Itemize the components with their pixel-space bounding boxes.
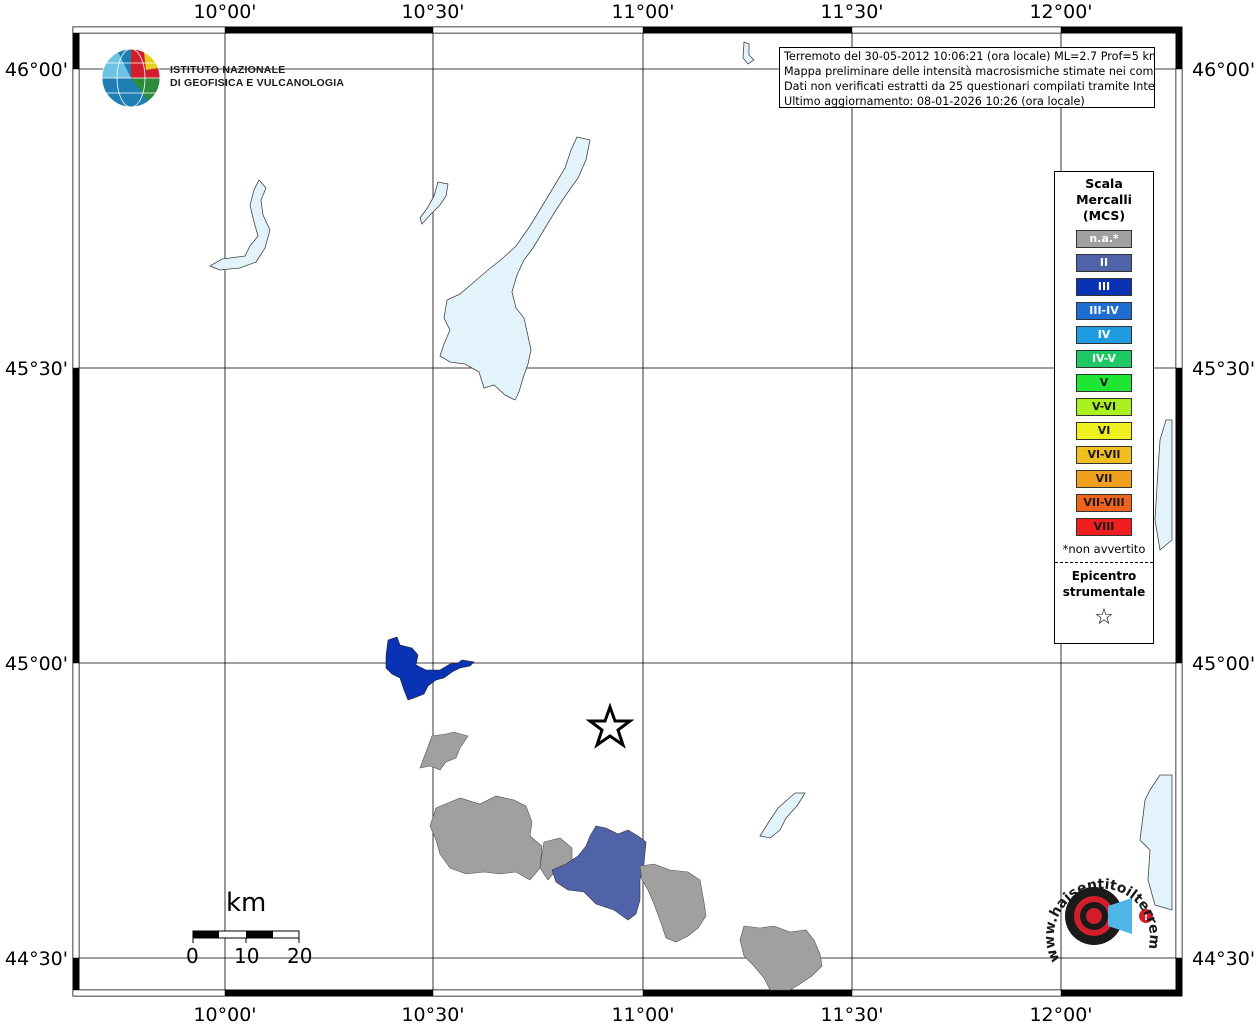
info-line: Mappa preliminare delle intensità macros…	[784, 65, 1155, 78]
legend-epicenter-line: strumentale	[1062, 585, 1146, 599]
longitude-labels-top: 10°00' 10°30' 11°00' 11°30' 12°00'	[193, 1, 1092, 23]
lon-label: 12°00'	[1029, 1004, 1092, 1024]
lat-label: 45°30'	[5, 358, 68, 380]
legend-item: III-IV	[1076, 302, 1132, 320]
lat-label: 44°30'	[1192, 948, 1255, 970]
lat-label: 45°30'	[1192, 358, 1255, 380]
legend-item: V-VI	[1076, 398, 1132, 416]
lat-label: 44°30'	[5, 948, 68, 970]
lat-label: 46°00'	[5, 59, 68, 81]
legend-item: n.a.*	[1076, 230, 1132, 248]
lat-label: 45°00'	[1192, 653, 1255, 675]
legend-title-line: Scala	[1085, 176, 1123, 191]
info-line: Dati non verificati estratti da 25 quest…	[784, 80, 1155, 93]
lon-label: 11°30'	[820, 1, 883, 23]
legend-item: VI-VII	[1076, 446, 1132, 464]
info-line: Terremoto del 30-05-2012 10:06:21 (ora l…	[784, 50, 1155, 63]
lon-label: 11°00'	[611, 1, 674, 23]
ingv-line-2: DI GEOFISICA E VULCANOLOGIA	[170, 77, 345, 89]
legend-item: III	[1076, 278, 1132, 296]
legend-item: IV	[1076, 326, 1132, 344]
scale-bar-tick: 20	[287, 944, 313, 968]
legend-item: II	[1076, 254, 1132, 272]
longitude-labels-bottom: 10°00' 10°30' 11°00' 11°30' 12°00'	[193, 1004, 1092, 1024]
ingv-logo-text: ISTITUTO NAZIONALE DI GEOFISICA E VULCAN…	[170, 64, 344, 90]
lon-label: 10°30'	[401, 1004, 464, 1024]
latitude-labels-right: 46°00' 45°30' 45°00' 44°30'	[1192, 59, 1255, 970]
lon-label: 12°00'	[1029, 1, 1092, 23]
ingv-line-1: ISTITUTO NAZIONALE	[170, 64, 286, 76]
legend-item: VII-VIII	[1076, 494, 1132, 512]
ingv-globe-icon	[101, 48, 161, 108]
legend-item: V	[1076, 374, 1132, 392]
latitude-labels-left: 46°00' 45°30' 45°00' 44°30'	[5, 59, 68, 970]
lon-label: 10°30'	[401, 1, 464, 23]
lon-label: 11°30'	[820, 1004, 883, 1024]
legend-title-line: Mercalli	[1076, 192, 1132, 207]
info-line: Ultimo aggiornamento: 08-01-2026 10:26 (…	[784, 95, 1085, 108]
legend-star-icon: ☆	[1094, 605, 1114, 630]
scale-bar-title: km	[226, 888, 267, 918]
info-box: Terremoto del 30-05-2012 10:06:21 (ora l…	[779, 47, 1155, 108]
legend-epicenter-line: Epicentro	[1071, 569, 1137, 583]
legend-item: VI	[1076, 422, 1132, 440]
legend-item: IV-V	[1076, 350, 1132, 368]
legend-item: VIII	[1076, 518, 1132, 536]
legend-title: Scala Mercalli (MCS)	[1055, 176, 1153, 224]
lon-label: 10°00'	[193, 1, 256, 23]
lon-label: 10°00'	[193, 1004, 256, 1024]
lat-label: 46°00'	[1192, 59, 1255, 81]
lon-label: 11°00'	[611, 1004, 674, 1024]
lat-label: 45°00'	[5, 653, 68, 675]
scale-bar-tick: 10	[234, 944, 260, 968]
legend-item: VII	[1076, 470, 1132, 488]
legend-items: n.a.* II III III-IV IV IV-V V V-VI VI VI-VII VII VI…	[1055, 230, 1153, 536]
scale-bar-tick: 0	[186, 944, 199, 968]
legend-epicenter-label: Epicentro strumentale	[1055, 568, 1153, 600]
intensity-legend: Scala Mercalli (MCS) n.a.* II III III-IV IV I…	[1054, 171, 1154, 644]
legend-title-line: (MCS)	[1082, 208, 1126, 223]
legend-note: *non avvertito	[1062, 542, 1146, 556]
legend-separator	[1055, 562, 1153, 563]
